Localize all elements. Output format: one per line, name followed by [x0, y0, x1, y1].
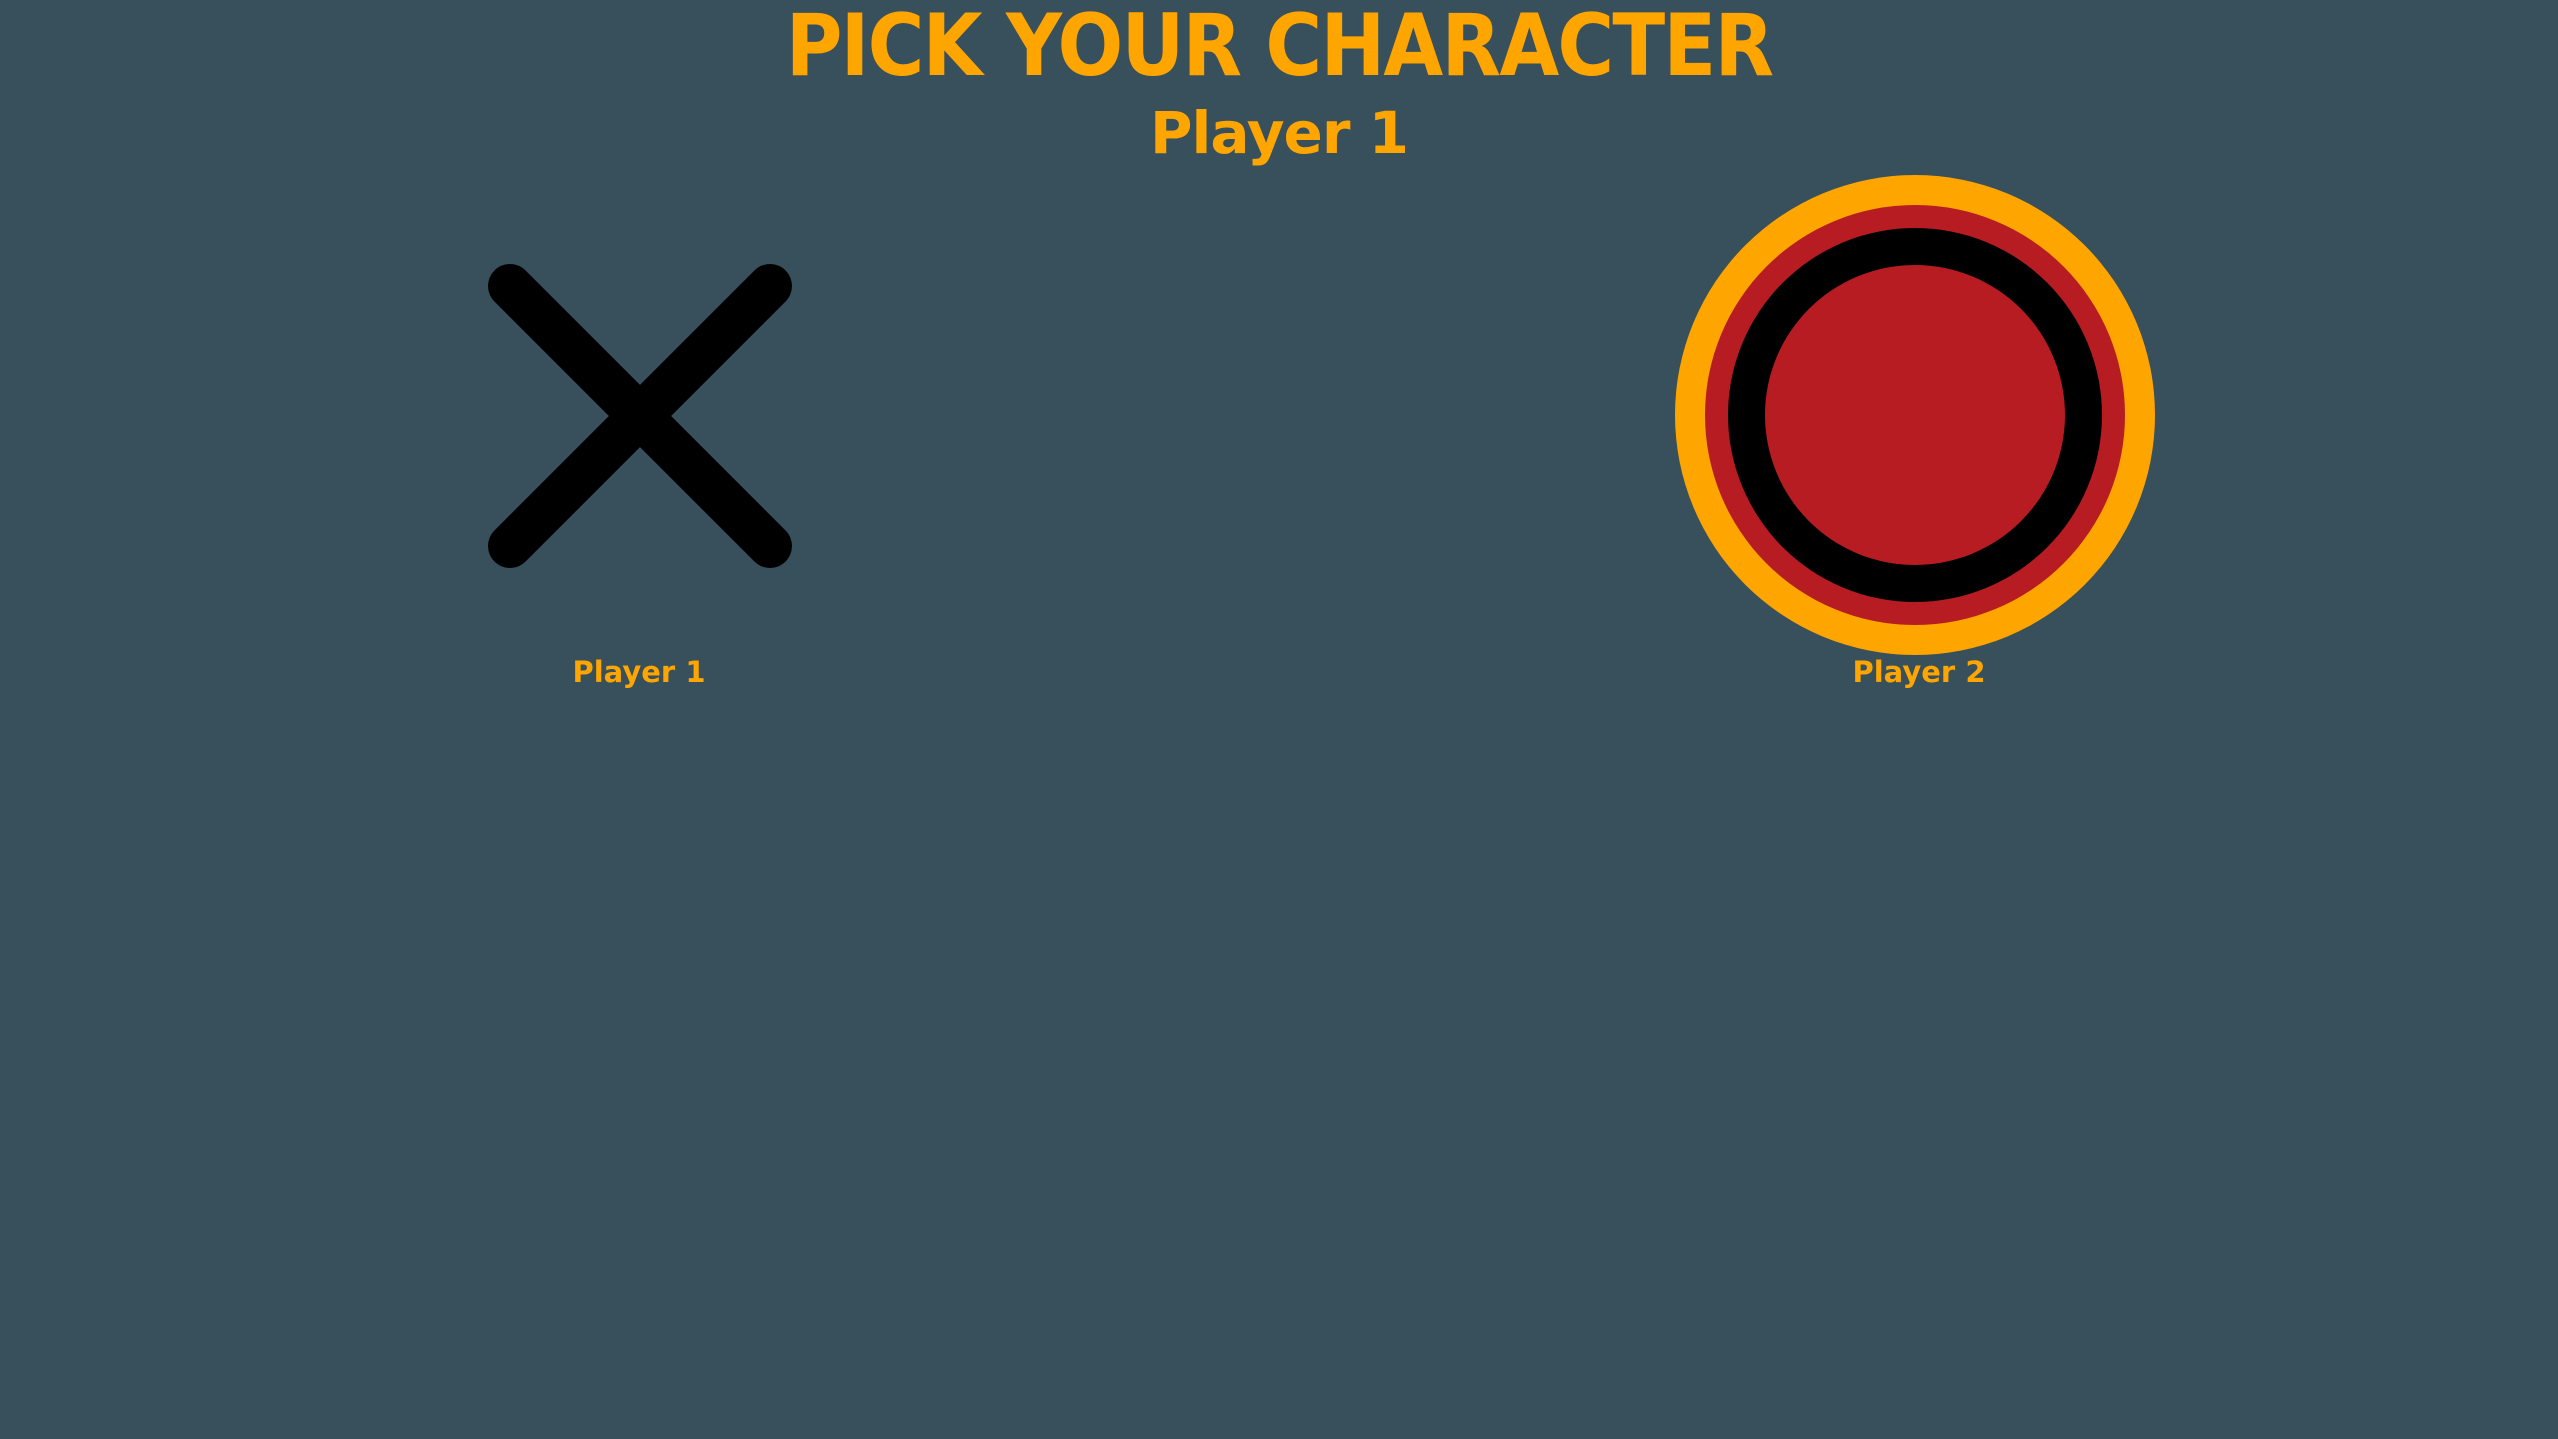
current-player-label: Player 1 [1149, 99, 1409, 167]
x-mark-icon [488, 264, 792, 568]
character-option-circle[interactable] [1670, 170, 2160, 660]
circle-token-icon [1675, 175, 2155, 655]
character-label-player-2: Player 2 [1852, 655, 1986, 689]
character-option-x[interactable] [480, 256, 800, 576]
page-title: PICK YOUR CHARACTER [785, 0, 1774, 96]
character-label-player-1: Player 1 [572, 655, 706, 689]
